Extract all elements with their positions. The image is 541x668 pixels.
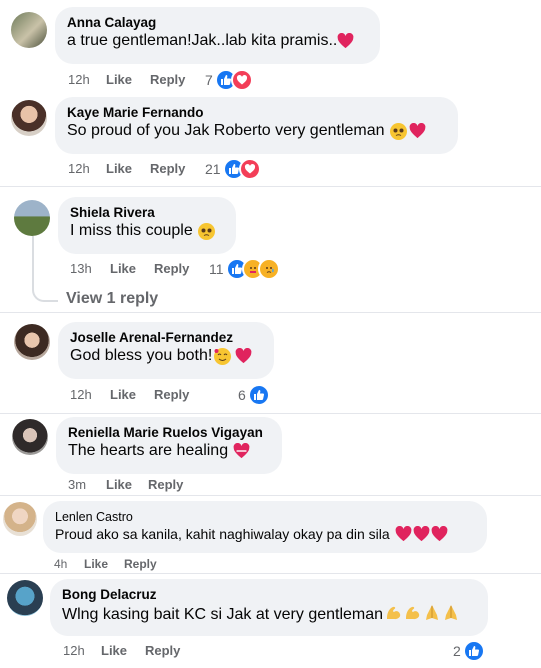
comment-text: So proud of you Jak Roberto very gentlem… xyxy=(67,122,446,140)
like-button[interactable]: Like xyxy=(101,643,145,658)
comment-text-content: Wlng kasing bait KC si Jak at very gentl… xyxy=(62,606,384,623)
comment-text-content: The hearts are healing xyxy=(68,442,229,459)
reply-button[interactable]: Reply xyxy=(145,643,180,658)
reaction-count: 2 xyxy=(453,643,461,659)
folded-hands-emoji-icon xyxy=(423,604,441,626)
pleading-face-emoji-icon xyxy=(389,122,407,140)
comment-time[interactable]: 4h xyxy=(54,557,84,571)
view-replies-link[interactable]: View 1 reply xyxy=(66,290,158,308)
comment-actions: 12h Like Reply xyxy=(68,161,185,176)
like-reaction-icon xyxy=(247,384,270,406)
comment-author[interactable]: Anna Calayag xyxy=(67,15,368,30)
reply-button[interactable]: Reply xyxy=(154,261,189,276)
comment-time[interactable]: 3m xyxy=(68,477,106,492)
reply-button[interactable]: Reply xyxy=(150,161,185,176)
heart-emoji-icon xyxy=(337,32,354,49)
flexed-biceps-emoji-icon xyxy=(385,604,403,626)
comment-text: I miss this couple xyxy=(70,222,224,240)
comment-author[interactable]: Joselle Arenal-Fernandez xyxy=(70,330,262,345)
reaction-summary[interactable]: 11 xyxy=(209,258,280,280)
reply-button[interactable]: Reply xyxy=(148,477,183,492)
thread-connector xyxy=(32,280,58,302)
avatar[interactable] xyxy=(7,580,43,616)
divider xyxy=(0,312,541,313)
smiling-hearts-face-emoji-icon xyxy=(214,347,232,365)
reaction-count: 7 xyxy=(205,72,213,88)
comment-time[interactable]: 13h xyxy=(70,261,110,276)
comment-bubble: Bong Delacruz Wlng kasing bait KC si Jak… xyxy=(50,579,488,636)
comment-text-content: Proud ako sa kanila, kahit naghiwalay ok… xyxy=(55,526,390,542)
reaction-count: 11 xyxy=(209,261,224,277)
divider xyxy=(0,495,541,496)
comment-bubble: Reniella Marie Ruelos Vigayan The hearts… xyxy=(56,417,282,474)
reaction-summary[interactable]: 2 xyxy=(453,640,485,662)
divider xyxy=(0,413,541,414)
comment-actions: 12h Like Reply xyxy=(68,72,185,87)
comment-bubble: Lenlen Castro Proud ako sa kanila, kahit… xyxy=(43,501,487,553)
comment-bubble: Shiela Rivera I miss this couple xyxy=(58,197,236,254)
avatar[interactable] xyxy=(12,419,48,455)
heart-emoji-icon xyxy=(431,525,448,542)
comment-bubble: Joselle Arenal-Fernandez God bless you b… xyxy=(58,322,274,379)
comment-text: a true gentleman!Jak..lab kita pramis.. xyxy=(67,32,368,50)
pleading-face-emoji-icon xyxy=(197,222,215,240)
flexed-biceps-emoji-icon xyxy=(404,604,422,626)
like-button[interactable]: Like xyxy=(110,387,154,402)
comment-time[interactable]: 12h xyxy=(68,72,106,87)
love-reaction-icon xyxy=(230,69,253,91)
heart-emoji-icon xyxy=(233,442,250,459)
comment-text: Proud ako sa kanila, kahit naghiwalay ok… xyxy=(55,525,475,542)
avatar[interactable] xyxy=(3,502,37,536)
reaction-summary[interactable]: 6 xyxy=(238,384,270,406)
like-button[interactable]: Like xyxy=(106,161,150,176)
comment-bubble: Kaye Marie Fernando So proud of you Jak … xyxy=(55,97,458,154)
divider xyxy=(0,186,541,187)
heart-emoji-icon xyxy=(395,525,412,542)
reply-button[interactable]: Reply xyxy=(124,557,157,571)
reply-button[interactable]: Reply xyxy=(154,387,189,402)
reply-button[interactable]: Reply xyxy=(150,72,185,87)
comment-text-content: So proud of you Jak Roberto very gentlem… xyxy=(67,122,385,139)
comment-actions: 12h Like Reply xyxy=(70,387,189,402)
avatar[interactable] xyxy=(14,200,50,236)
comment-text: The hearts are healing xyxy=(68,442,270,460)
comment-bubble: Anna Calayag a true gentleman!Jak..lab k… xyxy=(55,7,380,64)
heart-emoji-icon xyxy=(409,122,426,139)
comment-time[interactable]: 12h xyxy=(63,643,101,658)
avatar[interactable] xyxy=(11,100,47,136)
comment-author[interactable]: Shiela Rivera xyxy=(70,205,224,220)
comment-author[interactable]: Lenlen Castro xyxy=(55,510,475,524)
like-button[interactable]: Like xyxy=(84,557,124,571)
comment-text-content: a true gentleman!Jak..lab kita pramis.. xyxy=(67,32,338,49)
divider xyxy=(0,573,541,574)
reaction-summary[interactable]: 7 xyxy=(205,69,253,91)
comment-time[interactable]: 12h xyxy=(68,161,106,176)
comment-time[interactable]: 12h xyxy=(70,387,110,402)
reaction-summary[interactable]: 21 xyxy=(205,158,261,180)
comment-actions: 4h Like Reply xyxy=(54,557,157,571)
comment-author[interactable]: Kaye Marie Fernando xyxy=(67,105,446,120)
comment-actions: 12h Like Reply xyxy=(63,643,180,658)
love-reaction-icon xyxy=(238,158,261,180)
like-button[interactable]: Like xyxy=(110,261,154,276)
comment-author[interactable]: Reniella Marie Ruelos Vigayan xyxy=(68,425,270,440)
comment-text: Wlng kasing bait KC si Jak at very gentl… xyxy=(62,604,476,626)
comment-text-content: I miss this couple xyxy=(70,222,193,239)
sad-reaction-icon xyxy=(257,258,280,280)
like-button[interactable]: Like xyxy=(106,477,148,492)
comment-actions: 3m Like Reply xyxy=(68,477,183,492)
comment-text-content: God bless you both! xyxy=(70,347,213,364)
comment-actions: 13h Like Reply xyxy=(70,261,189,276)
like-reaction-icon xyxy=(462,640,485,662)
comment-text: God bless you both! xyxy=(70,347,262,365)
comment-author[interactable]: Bong Delacruz xyxy=(62,587,476,602)
reaction-count: 6 xyxy=(238,387,246,403)
reaction-count: 21 xyxy=(205,161,221,177)
heart-emoji-icon xyxy=(235,347,252,364)
heart-emoji-icon xyxy=(413,525,430,542)
like-button[interactable]: Like xyxy=(106,72,150,87)
avatar[interactable] xyxy=(11,12,47,48)
folded-hands-emoji-icon xyxy=(442,604,460,626)
avatar[interactable] xyxy=(14,324,50,360)
